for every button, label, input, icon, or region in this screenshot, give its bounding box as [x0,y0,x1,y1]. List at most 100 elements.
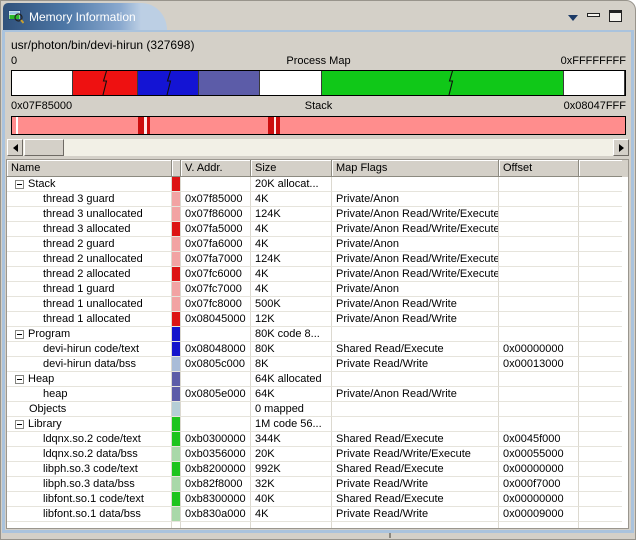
column-header-filler[interactable] [579,160,622,177]
table-row[interactable]: thread 2 allocated0x07fc60004KPrivate/An… [7,267,628,282]
row-name-label: thread 2 unallocated [43,253,143,265]
table-row[interactable]: ldqnx.so.2 code/text0xb0300000344KShared… [7,432,628,447]
view-titlebar: Memory Information ✕ [2,2,634,30]
table-row[interactable]: devi-hirun data/bss0x0805c0008KPrivate R… [7,357,628,372]
row-color-cell [172,297,181,312]
row-size-cell: 80K [251,342,332,357]
sash-handle[interactable] [389,533,391,538]
row-filler-cell [579,372,622,387]
row-size-cell: 4K [251,192,332,207]
column-header-name[interactable]: Name [7,160,172,177]
row-vaddr-cell: 0x07fc8000 [181,297,251,312]
row-size-cell: 4K [251,282,332,297]
row-name-label: thread 3 allocated [43,223,130,235]
table-row[interactable]: thread 3 unallocated0x07f86000124KPrivat… [7,207,628,222]
row-color-cell [172,327,181,342]
process-map-bar[interactable] [11,70,626,96]
table-row[interactable]: thread 1 unallocated0x07fc8000500KPrivat… [7,297,628,312]
view-menu-chevron-down-icon[interactable] [568,15,578,21]
row-size-cell: 12K [251,312,332,327]
process-map-segment-library[interactable] [322,71,564,95]
row-vaddr-cell: 0xb8200000 [181,462,251,477]
table-row[interactable]: thread 3 guard0x07f850004KPrivate/Anon [7,192,628,207]
row-offset-cell [499,282,579,297]
table-row[interactable]: Stack20K allocat... [7,177,628,192]
stack-map-mark [147,117,150,134]
empty-cell [7,522,172,528]
table-row[interactable]: Heap64K allocated [7,372,628,387]
row-filler-cell [579,432,622,447]
row-vaddr-cell: 0xb8300000 [181,492,251,507]
table-row[interactable]: thread 1 allocated0x0804500012KPrivate/A… [7,312,628,327]
collapse-icon[interactable] [15,180,24,189]
row-filler-cell [579,462,622,477]
column-header-vaddr[interactable]: V. Addr. [181,160,251,177]
row-color-cell [172,387,181,402]
collapse-icon[interactable] [15,375,24,384]
row-name-label: ldqnx.so.2 data/bss [43,448,138,460]
column-header-color[interactable] [172,160,181,177]
row-name-label: Stack [28,177,56,191]
row-name-label: thread 1 allocated [43,313,130,325]
process-map-segment-free-high[interactable] [564,71,625,95]
table-row[interactable]: libfont.so.1 code/text0xb830000040KShare… [7,492,628,507]
table-row[interactable]: libph.so.3 data/bss0xb82f800032KPrivate … [7,477,628,492]
row-color-cell [172,462,181,477]
row-offset-cell [499,387,579,402]
table-row[interactable]: Library1M code 56... [7,417,628,432]
collapse-icon[interactable] [15,420,24,429]
table-row[interactable]: devi-hirun code/text0x0804800080KShared … [7,342,628,357]
scrollbar-left-button[interactable] [7,139,23,156]
row-name-label: libfont.so.1 data/bss [43,508,141,520]
table-row[interactable]: thread 2 guard0x07fa60004KPrivate/Anon [7,237,628,252]
row-name-cell: libph.so.3 data/bss [7,477,172,492]
row-color-bar [172,327,180,341]
table-row[interactable]: Program80K code 8... [7,327,628,342]
horizontal-scrollbar[interactable] [7,139,629,156]
row-offset-cell [499,417,579,432]
process-map-segment-free-low[interactable] [12,71,73,95]
collapse-icon[interactable] [15,330,24,339]
minimize-icon[interactable] [587,13,600,17]
tab-memory-information[interactable]: Memory Information ✕ [3,3,141,30]
row-flags-cell: Private/Anon [332,282,499,297]
scrollbar-right-button[interactable] [613,139,629,156]
table-body: Stack20K allocat...thread 3 guard0x07f85… [7,177,628,528]
row-filler-cell [579,267,622,282]
column-header-flags[interactable]: Map Flags [332,160,499,177]
row-name-cell: thread 2 guard [7,237,172,252]
row-name-cell: Objects [7,402,172,417]
row-offset-cell [499,252,579,267]
table-row[interactable]: libfont.so.1 data/bss0xb830a0004KPrivate… [7,507,628,522]
process-map-segment-free-mid[interactable] [260,71,321,95]
row-name-label: thread 3 unallocated [43,208,143,220]
row-vaddr-cell: 0x07fc7000 [181,282,251,297]
row-name-cell: thread 2 unallocated [7,252,172,267]
row-name-label: devi-hirun code/text [43,343,139,355]
maximize-icon[interactable] [609,10,622,22]
row-vaddr-cell: 0x07fa7000 [181,252,251,267]
row-size-cell: 40K [251,492,332,507]
process-map-segment-heap[interactable] [199,71,260,95]
table-row[interactable]: thread 1 guard0x07fc70004KPrivate/Anon [7,282,628,297]
row-color-cell [172,432,181,447]
table-row[interactable]: libph.so.3 code/text0xb8200000992KShared… [7,462,628,477]
scrollbar-thumb[interactable] [24,139,64,156]
table-row[interactable]: thread 2 unallocated0x07fa7000124KPrivat… [7,252,628,267]
table-row[interactable]: heap0x0805e00064KPrivate/Anon Read/Write [7,387,628,402]
table-row[interactable]: thread 3 allocated0x07fa50004KPrivate/An… [7,222,628,237]
row-color-cell [172,342,181,357]
stack-map-bar[interactable] [11,116,626,135]
row-flags-cell: Private/Anon Read/Write/Execute [332,207,499,222]
column-header-offset[interactable]: Offset [499,160,579,177]
row-name-label: libph.so.3 data/bss [43,478,135,490]
table-row[interactable]: Objects0 mapped [7,402,628,417]
row-name-cell: Library [7,417,172,432]
row-name-cell: thread 1 unallocated [7,297,172,312]
row-color-cell [172,222,181,237]
row-color-bar [172,432,180,446]
row-filler-cell [579,282,622,297]
column-header-size[interactable]: Size [251,160,332,177]
row-name-label: Objects [29,403,66,415]
table-row[interactable]: ldqnx.so.2 data/bss0xb035600020KPrivate … [7,447,628,462]
